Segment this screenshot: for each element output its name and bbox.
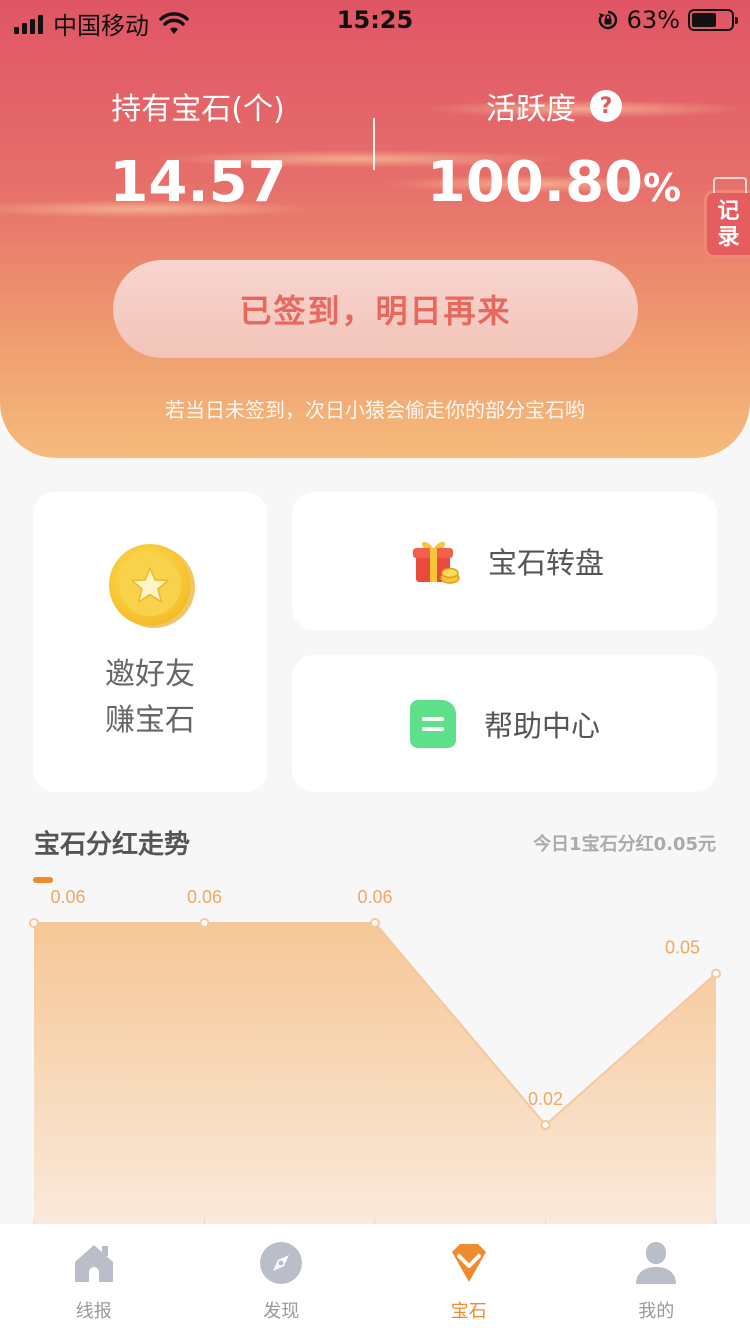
gems-label: 持有宝石(个) (111, 92, 285, 127)
activity-unit: % (643, 166, 682, 210)
help-question-icon[interactable]: ? (590, 90, 622, 122)
tab-gem[interactable]: 宝石 (375, 1224, 563, 1334)
chart-data-label: 0.06 (357, 887, 392, 907)
record-label-2: 录 (717, 225, 740, 250)
tab-label-gem: 宝石 (450, 1301, 487, 1322)
gem-icon (451, 1244, 486, 1282)
hero-header (0, 0, 750, 458)
home-icon (74, 1245, 113, 1282)
orientation-lock-icon (598, 10, 617, 30)
record-tab-button[interactable]: 记 录 (704, 177, 750, 258)
tab-home[interactable]: 线报 (0, 1224, 188, 1334)
chart-point (370, 918, 380, 928)
help-center-label: 帮助中心 (484, 708, 601, 743)
chart-point (711, 968, 721, 979)
invite-line-2: 赚宝石 (105, 703, 195, 738)
gems-value: 14.57 (109, 150, 287, 215)
tab-discover[interactable]: 发现 (188, 1224, 376, 1334)
chart-data-label: 0.02 (528, 1089, 563, 1109)
chart-data-label: 0.05 (665, 938, 700, 958)
record-label-1: 记 (717, 199, 740, 224)
chart-point (199, 918, 210, 928)
gem-wheel-label: 宝石转盘 (488, 546, 605, 580)
trend-chart: 0.06 0.06 0.06 0.02 0.05 (0, 870, 750, 1230)
tab-label-home: 线报 (75, 1301, 112, 1322)
invite-line-1: 邀好友 (105, 657, 195, 692)
compass-icon (260, 1242, 303, 1284)
trend-chart-svg: 0.06 0.06 0.06 0.02 0.05 (29, 887, 721, 1230)
invite-friends-card[interactable]: 邀好友 赚宝石 (33, 492, 267, 792)
chart-data-label: 0.06 (187, 887, 222, 907)
tab-label-discover: 发现 (263, 1301, 300, 1322)
activity-value-wrap: 100.80% (404, 150, 704, 215)
activity-label: 活跃度 (486, 92, 576, 127)
checkin-hint: 若当日未签到，次日小猿会偷走你的部分宝石哟 (165, 398, 585, 422)
tab-profile[interactable]: 我的 (563, 1224, 750, 1334)
battery-icon (688, 9, 738, 31)
record-paper-icon (713, 177, 747, 193)
tab-label-profile: 我的 (638, 1301, 675, 1322)
chart-data-label: 0.06 (50, 887, 85, 907)
coin-star-icon (109, 544, 191, 626)
chart-area (34, 923, 716, 1230)
checkin-button[interactable]: 已签到，明日再来 (113, 260, 638, 358)
chart-point (540, 1120, 551, 1130)
status-bar: 中国移动 15:25 63% (0, 0, 750, 40)
activity-stat: 活跃度 ? 100.80% (404, 84, 704, 215)
document-icon (410, 699, 456, 748)
trend-title: 宝石分红走势 (34, 830, 191, 860)
gem-wheel-card[interactable]: 宝石转盘 (292, 492, 717, 630)
trend-note: 今日1宝石分红0.05元 (533, 834, 716, 855)
activity-value: 100.80 (426, 150, 644, 215)
chart-point (29, 918, 39, 928)
user-icon (636, 1242, 677, 1284)
bottom-tab-bar: 线报 发现 宝石 我的 (0, 1224, 750, 1334)
gems-stat: 持有宝石(个) 14.57 (48, 84, 348, 215)
help-center-card[interactable]: 帮助中心 (292, 655, 717, 792)
battery-percent: 63% (626, 6, 680, 34)
stat-divider (373, 118, 375, 170)
gift-box-icon (413, 541, 460, 584)
